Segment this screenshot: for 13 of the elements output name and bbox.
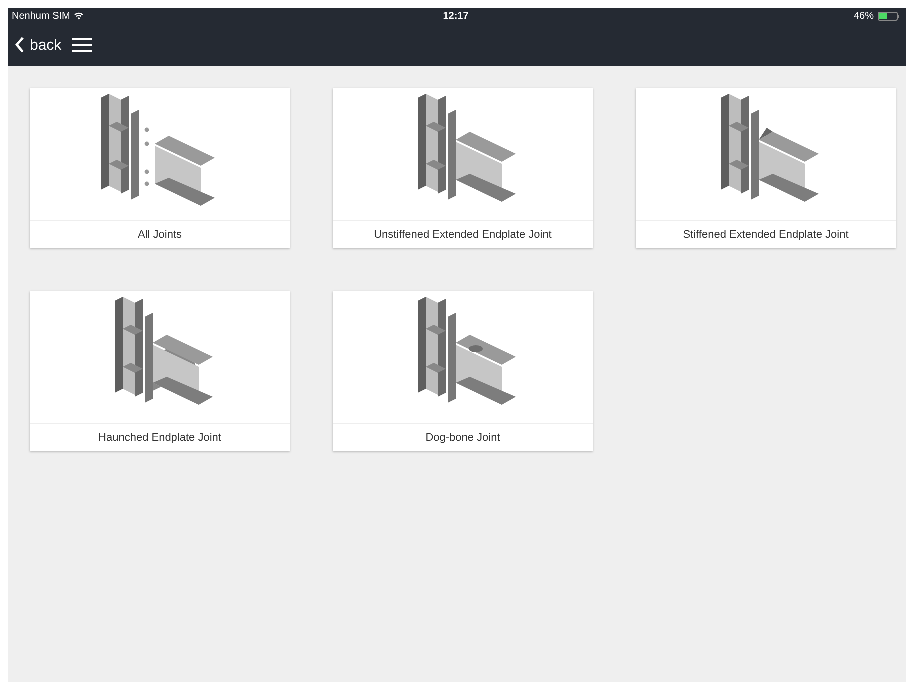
joint-card[interactable]: Stiffened Extended Endplate Joint xyxy=(636,88,896,248)
clock-time: 12:17 xyxy=(443,10,469,22)
joint-card[interactable]: Unstiffened Extended Endplate Joint xyxy=(333,88,593,248)
joint-card[interactable]: Haunched Endplate Joint xyxy=(30,291,290,451)
back-button[interactable]: back xyxy=(13,34,64,56)
menu-icon[interactable] xyxy=(72,37,92,53)
carrier-name: Nenhum SIM xyxy=(12,10,70,22)
battery-icon xyxy=(878,12,900,20)
joint-card[interactable]: Dog-bone Joint xyxy=(333,291,593,451)
wifi-icon xyxy=(74,12,84,20)
back-chevron-icon xyxy=(15,37,25,53)
joint-card[interactable]: All Joints xyxy=(30,88,290,248)
battery-percent: 46% xyxy=(854,10,874,22)
